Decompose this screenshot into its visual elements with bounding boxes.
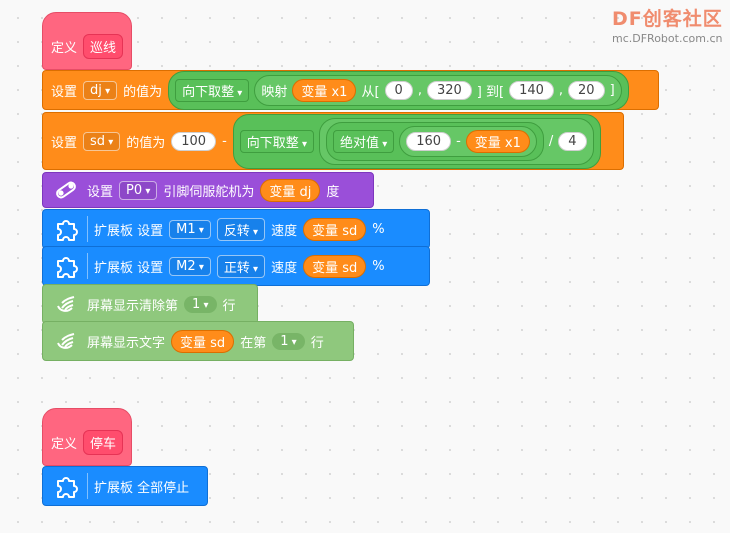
percent-label: % <box>372 221 385 237</box>
stop-all-label: 扩展板 全部停止 <box>94 480 190 496</box>
divider <box>87 216 88 242</box>
line-dropdown[interactable]: 1 <box>184 295 217 313</box>
define-label: 定义 <box>51 436 78 452</box>
close-bracket: ] <box>609 82 615 98</box>
divide-reporter[interactable]: 绝对值 160 - 变量 x1 / 4 <box>319 117 594 165</box>
variable-dropdown-dj[interactable]: dj <box>83 80 118 100</box>
at-line-label: 在第 <box>240 335 267 351</box>
minus-operator: - <box>456 133 461 149</box>
pin-dropdown[interactable]: P0 <box>119 180 158 200</box>
map-label: 映射 <box>261 84 288 100</box>
servo-block[interactable]: 设置 P0 引脚伺服舵机为 变量 dj 度 <box>42 172 374 208</box>
function-name[interactable]: 停车 <box>83 429 124 455</box>
degree-label: 度 <box>326 184 340 200</box>
map-from-low[interactable]: 0 <box>384 80 413 100</box>
puzzle-icon <box>51 471 81 501</box>
motor-dropdown[interactable]: M2 <box>169 256 211 276</box>
value-of-label: 的值为 <box>126 135 166 151</box>
variable-x1-reporter-2[interactable]: 变量 x1 <box>465 129 530 153</box>
variable-sd-reporter[interactable]: 变量 sd <box>303 217 367 241</box>
servo-icon <box>51 175 81 205</box>
set-variable-dj-block[interactable]: 设置 dj 的值为 向下取整 映射 变量 x1 从[ 0 , 320 ] 到[ … <box>42 70 659 110</box>
row-label: 行 <box>222 298 236 314</box>
divider <box>87 473 88 499</box>
screen-icon <box>51 289 81 319</box>
set-label: 设置 <box>87 184 114 200</box>
set-variable-sd-block[interactable]: 设置 sd 的值为 100 - 向下取整 绝对值 160 - 变量 x1 / 4 <box>42 112 624 170</box>
screen-show-text-block[interactable]: 屏幕显示文字 变量 sd 在第 1 行 <box>42 321 354 361</box>
logo-url: mc.DFRobot.com.cn <box>612 32 723 45</box>
percent-label: % <box>372 258 385 274</box>
divider <box>87 253 88 279</box>
clear-line-label: 屏幕显示清除第 <box>87 298 179 314</box>
motor-m1-block[interactable]: 扩展板 设置 M1 反转 速度 变量 sd % <box>42 209 430 249</box>
round-op-dropdown-2[interactable]: 向下取整 <box>239 129 315 153</box>
map-reporter[interactable]: 映射 变量 x1 从[ 0 , 320 ] 到[ 140 , 20 ] <box>254 74 622 106</box>
map-to-low[interactable]: 140 <box>509 80 554 100</box>
puzzle-icon <box>51 251 81 281</box>
dfrobot-logo: DF创客社区 mc.DFRobot.com.cn <box>612 4 723 45</box>
to-label: ] 到[ <box>476 84 505 100</box>
speed-label: 速度 <box>271 223 298 239</box>
function-name[interactable]: 巡线 <box>83 33 124 59</box>
round-down-reporter-2[interactable]: 向下取整 绝对值 160 - 变量 x1 / 4 <box>232 113 601 169</box>
from-label: 从[ <box>361 84 380 100</box>
map-from-high[interactable]: 320 <box>426 80 472 100</box>
round-op-dropdown[interactable]: 向下取整 <box>175 78 250 102</box>
screen-clear-line-block[interactable]: 屏幕显示清除第 1 行 <box>42 284 258 324</box>
show-text-label: 屏幕显示文字 <box>87 335 166 351</box>
direction-dropdown[interactable]: 正转 <box>216 254 266 278</box>
servo-label: 引脚伺服舵机为 <box>163 184 255 200</box>
direction-dropdown[interactable]: 反转 <box>216 217 266 241</box>
map-to-high[interactable]: 20 <box>568 80 605 100</box>
minus-operator: - <box>222 133 227 149</box>
variable-sd-reporter[interactable]: 变量 sd <box>171 329 235 353</box>
define-block-line-follow[interactable]: 定义 巡线 <box>42 12 132 70</box>
extension-stop-all-block[interactable]: 扩展板 全部停止 <box>42 466 208 506</box>
comma: , <box>417 82 422 98</box>
abs-op-dropdown[interactable]: 绝对值 <box>333 129 395 153</box>
define-label: 定义 <box>51 40 78 56</box>
speed-label: 速度 <box>271 260 298 276</box>
screen-icon <box>51 326 81 356</box>
divide-operator: / <box>548 133 554 149</box>
round-down-reporter[interactable]: 向下取整 映射 变量 x1 从[ 0 , 320 ] 到[ 140 , 20 ] <box>168 70 629 110</box>
motor-m2-block[interactable]: 扩展板 设置 M2 正转 速度 变量 sd % <box>42 246 430 286</box>
motor-dropdown[interactable]: M1 <box>169 219 211 239</box>
puzzle-icon <box>51 214 81 244</box>
variable-x1-reporter[interactable]: 变量 x1 <box>292 78 357 102</box>
define-block-stop[interactable]: 定义 停车 <box>42 408 132 466</box>
set-label: 设置 <box>51 135 78 151</box>
value-4[interactable]: 4 <box>558 131 587 151</box>
value-of-label: 的值为 <box>123 84 163 100</box>
variable-sd-reporter[interactable]: 变量 sd <box>303 254 367 278</box>
line-dropdown[interactable]: 1 <box>272 332 305 350</box>
comma: , <box>558 82 564 98</box>
value-160[interactable]: 160 <box>406 131 452 151</box>
extension-set-label: 扩展板 设置 <box>94 223 164 239</box>
extension-set-label: 扩展板 设置 <box>94 260 164 276</box>
logo-brand: DF创客社区 <box>612 8 723 30</box>
variable-dj-reporter[interactable]: 变量 dj <box>260 178 321 202</box>
subtract-reporter[interactable]: 160 - 变量 x1 <box>399 125 537 157</box>
value-100[interactable]: 100 <box>171 131 217 151</box>
abs-reporter[interactable]: 绝对值 160 - 变量 x1 <box>326 121 544 161</box>
set-label: 设置 <box>51 84 78 100</box>
row-label: 行 <box>310 335 324 351</box>
variable-dropdown-sd[interactable]: sd <box>83 131 121 151</box>
